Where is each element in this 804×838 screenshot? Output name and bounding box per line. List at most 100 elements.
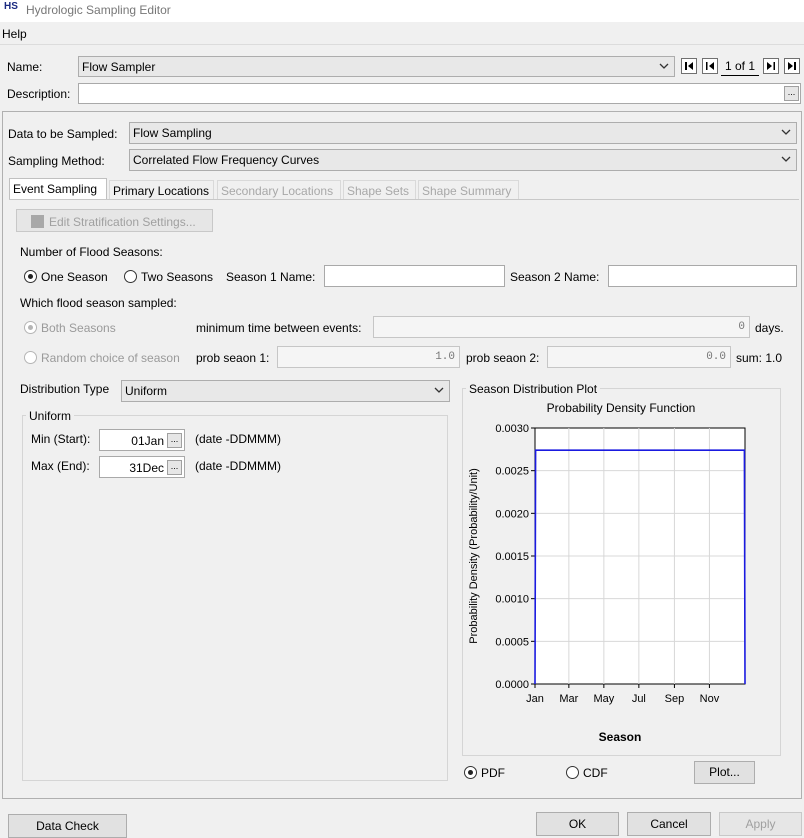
chevron-down-icon (781, 129, 791, 135)
chevron-down-icon (434, 387, 444, 393)
pdf-radio[interactable] (464, 766, 477, 779)
tab-event-sampling[interactable]: Event Sampling (9, 178, 107, 200)
data-check-button[interactable]: Data Check (8, 814, 127, 838)
sampling-method-label: Sampling Method: (8, 154, 105, 168)
name-value: Flow Sampler (82, 60, 156, 74)
stratification-icon (31, 215, 44, 228)
x-tick-label: Jul (632, 693, 646, 705)
y-tick-label: 0.0020 (495, 508, 529, 520)
window-title: Hydrologic Sampling Editor (26, 3, 171, 17)
two-seasons-radio[interactable] (124, 270, 137, 283)
tab-shape-sets: Shape Sets (343, 180, 416, 200)
y-tick-label: 0.0015 (495, 551, 529, 563)
min-start-hint: (date -DDMMM) (195, 432, 281, 446)
apply-button: Apply (719, 812, 802, 836)
pdf-label: PDF (481, 766, 505, 780)
first-record-button[interactable] (681, 58, 697, 74)
edit-stratification-button: Edit Stratification Settings... (16, 209, 213, 232)
app-logo: HS (4, 1, 18, 12)
description-ellipsis-button[interactable]: ... (784, 86, 799, 101)
cdf-radio[interactable] (566, 766, 579, 779)
max-end-hint: (date -DDMMM) (195, 459, 281, 473)
chevron-down-icon (781, 156, 791, 162)
x-tick-label: May (593, 693, 614, 705)
x-tick-label: Nov (700, 693, 720, 705)
tab-divider (9, 199, 799, 200)
y-axis-ticks: 0.0000 0.0005 0.0010 0.0015 0.0020 0.0025 0.00… (495, 423, 535, 691)
uniform-group-label: Uniform (26, 409, 75, 423)
max-end-label: Max (End): (31, 459, 90, 473)
y-tick-label: 0.0010 (495, 594, 529, 606)
random-season-radio (24, 351, 37, 364)
random-season-label: Random choice of season (41, 351, 180, 365)
data-sampled-value: Flow Sampling (133, 126, 212, 140)
x-tick-label: Mar (559, 693, 578, 705)
cancel-button[interactable]: Cancel (627, 812, 711, 836)
min-start-value: 01Jan (131, 434, 164, 448)
data-sampled-label: Data to be Sampled: (8, 127, 118, 141)
sampling-method-combo[interactable]: Correlated Flow Frequency Curves (129, 149, 797, 171)
previous-record-button[interactable] (702, 58, 718, 74)
tab-primary-locations[interactable]: Primary Locations (109, 180, 214, 200)
prob-season2-label: prob seaon 2: (466, 351, 540, 365)
chevron-down-icon (659, 63, 669, 69)
min-start-label: Min (Start): (31, 432, 91, 446)
tab-secondary-locations: Secondary Locations (217, 180, 341, 200)
data-sampled-combo[interactable]: Flow Sampling (129, 122, 797, 144)
days-label: days. (755, 321, 784, 335)
distribution-type-combo[interactable]: Uniform (121, 380, 450, 402)
y-axis-label: Probability Density (Probability/Unit) (468, 468, 480, 643)
season2-name-label: Season 2 Name: (510, 270, 600, 284)
prob-season1-input: 1.0 (277, 346, 460, 368)
distribution-type-label: Distribution Type (20, 382, 110, 396)
plot-button[interactable]: Plot... (694, 761, 755, 784)
y-tick-label: 0.0025 (495, 466, 529, 478)
max-end-picker-button[interactable]: ... (167, 460, 182, 475)
description-label: Description: (7, 87, 71, 101)
both-seasons-radio (24, 321, 37, 334)
min-time-label: minimum time between events: (196, 321, 362, 335)
next-record-icon (767, 62, 775, 70)
min-start-picker-button[interactable]: ... (167, 433, 182, 448)
first-record-icon (685, 62, 693, 70)
max-end-value: 31Dec (129, 461, 164, 475)
which-season-label: Which flood season sampled: (20, 296, 177, 310)
previous-record-icon (706, 62, 714, 70)
last-record-button[interactable] (784, 58, 800, 74)
description-input[interactable] (78, 83, 801, 104)
name-label: Name: (7, 60, 43, 74)
edit-stratification-label: Edit Stratification Settings... (49, 215, 196, 229)
y-tick-label: 0.0000 (495, 679, 529, 691)
name-combo[interactable]: Flow Sampler (78, 56, 675, 77)
menu-bar: Help (0, 24, 804, 45)
last-record-icon (788, 62, 796, 70)
one-season-radio[interactable] (24, 270, 37, 283)
season1-name-label: Season 1 Name: (226, 270, 316, 284)
y-tick-label: 0.0030 (495, 423, 529, 435)
tab-shape-summary: Shape Summary (418, 180, 519, 200)
season2-name-input[interactable] (608, 265, 797, 287)
prob-season1-label: prob seaon 1: (196, 351, 270, 365)
menu-help[interactable]: Help (2, 27, 27, 41)
season-plot-label: Season Distribution Plot (466, 382, 601, 396)
x-tick-label: Jan (526, 693, 544, 705)
both-seasons-label: Both Seasons (41, 321, 116, 335)
two-seasons-label: Two Seasons (141, 270, 214, 284)
min-time-input: 0 (373, 316, 750, 338)
title-bar: HS Hydrologic Sampling Editor (0, 0, 804, 22)
chart-title: Probability Density Function (547, 401, 696, 415)
season1-name-input[interactable] (324, 265, 505, 287)
prob-season2-input: 0.0 (547, 346, 731, 368)
record-counter: 1 of 1 (721, 58, 759, 76)
cdf-label: CDF (583, 766, 608, 780)
distribution-type-value: Uniform (125, 384, 168, 398)
next-record-button[interactable] (763, 58, 779, 74)
ok-button[interactable]: OK (536, 812, 619, 836)
flood-seasons-label: Number of Flood Seasons: (20, 245, 163, 259)
probability-sum: sum: 1.0 (736, 351, 783, 365)
x-axis-label: Season (599, 730, 642, 744)
x-axis-ticks: Jan Mar May Jul Sep Nov (526, 684, 720, 705)
pdf-chart: Probability Density Function 0.00000.000… (468, 401, 746, 744)
y-tick-label: 0.0005 (495, 636, 529, 648)
sampling-method-value: Correlated Flow Frequency Curves (133, 153, 320, 167)
